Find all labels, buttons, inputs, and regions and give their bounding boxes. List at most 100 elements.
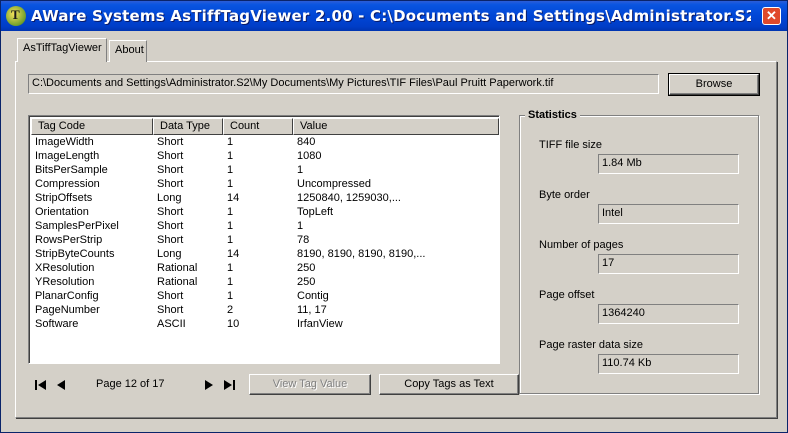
cell-value: 1 — [297, 164, 304, 176]
stat-label-number-of-pages: Number of pages — [539, 239, 624, 251]
copy-tags-button[interactable]: Copy Tags as Text — [379, 374, 519, 395]
cell-count: 10 — [227, 318, 240, 330]
cell-data-type: Short — [157, 150, 184, 162]
column-header-tag-code[interactable]: Tag Code — [31, 118, 153, 135]
app-window: AWare Systems AsTiffTagViewer 2.00 - C:\… — [0, 0, 788, 433]
cell-tag-code: RowsPerStrip — [35, 234, 103, 246]
cell-tag-code: StripByteCounts — [35, 248, 115, 260]
cell-count: 14 — [227, 248, 240, 260]
cell-tag-code: PageNumber — [35, 304, 100, 316]
cell-value: 250 — [297, 276, 316, 288]
cell-value: 78 — [297, 234, 310, 246]
table-row[interactable]: YResolution Rational 1 250 — [31, 276, 499, 290]
cell-data-type: Rational — [157, 276, 198, 288]
column-header-value[interactable]: Value — [293, 118, 499, 135]
cell-data-type: Short — [157, 234, 184, 246]
cell-tag-code: StripOffsets — [35, 192, 93, 204]
stat-value-number-of-pages: 17 — [598, 254, 739, 274]
table-row[interactable]: ImageWidth Short 1 840 — [31, 136, 499, 150]
table-row[interactable]: Compression Short 1 Uncompressed — [31, 178, 499, 192]
view-tag-value-button[interactable]: View Tag Value — [249, 374, 371, 395]
title-bar[interactable]: AWare Systems AsTiffTagViewer 2.00 - C:\… — [1, 1, 787, 31]
cell-count: 2 — [227, 304, 234, 316]
prev-page-icon[interactable] — [53, 377, 69, 393]
cell-value: 250 — [297, 262, 316, 274]
table-row[interactable]: ImageLength Short 1 1080 — [31, 150, 499, 164]
cell-count: 1 — [227, 206, 234, 218]
cell-count: 1 — [227, 136, 234, 148]
table-row[interactable]: StripOffsets Long 14 1250840, 1259030,... — [31, 192, 499, 206]
cell-tag-code: ImageWidth — [35, 136, 94, 148]
cell-data-type: Long — [157, 192, 182, 204]
cell-count: 14 — [227, 192, 240, 204]
tab-about[interactable]: About — [109, 40, 147, 62]
cell-tag-code: ImageLength — [35, 150, 100, 162]
cell-value: 8190, 8190, 8190, 8190,... — [297, 248, 426, 260]
table-row[interactable]: RowsPerStrip Short 1 78 — [31, 234, 499, 248]
app-logo-icon — [6, 6, 26, 26]
table-row[interactable]: BitsPerSample Short 1 1 — [31, 164, 499, 178]
cell-value: 11, 17 — [297, 304, 327, 316]
cell-data-type: Long — [157, 248, 182, 260]
close-button[interactable]: ✕ — [762, 7, 781, 25]
cell-data-type: Short — [157, 206, 184, 218]
cell-count: 1 — [227, 164, 234, 176]
cell-tag-code: Software — [35, 318, 79, 330]
stat-label-byte-order: Byte order — [539, 189, 590, 201]
cell-tag-code: XResolution — [35, 262, 95, 274]
stat-value-page-offset: 1364240 — [598, 304, 739, 324]
stat-label-raster-size: Page raster data size — [539, 339, 643, 351]
cell-count: 1 — [227, 220, 234, 232]
cell-count: 1 — [227, 178, 234, 190]
tab-astifftagviewer[interactable]: AsTiffTagViewer — [17, 38, 107, 62]
cell-data-type: Rational — [157, 262, 198, 274]
cell-tag-code: YResolution — [35, 276, 95, 288]
cell-data-type: Short — [157, 178, 184, 190]
cell-count: 1 — [227, 276, 234, 288]
browse-button[interactable]: Browse — [668, 73, 760, 96]
cell-tag-code: BitsPerSample — [35, 164, 108, 176]
tag-list-header: Tag Code Data Type Count Value — [31, 118, 499, 135]
cell-value: 1080 — [297, 150, 322, 162]
cell-count: 1 — [227, 290, 234, 302]
cell-data-type: Short — [157, 220, 184, 232]
cell-data-type: ASCII — [157, 318, 186, 330]
cell-data-type: Short — [157, 304, 184, 316]
cell-value: 840 — [297, 136, 316, 148]
stat-value-byte-order: Intel — [598, 204, 739, 224]
cell-value: Contig — [297, 290, 329, 302]
table-row[interactable]: Orientation Short 1 TopLeft — [31, 206, 499, 220]
file-path-field[interactable]: C:\Documents and Settings\Administrator.… — [28, 74, 659, 94]
next-page-icon[interactable] — [201, 377, 217, 393]
cell-value: 1250840, 1259030,... — [297, 192, 401, 204]
column-header-data-type[interactable]: Data Type — [153, 118, 223, 135]
table-row[interactable]: SamplesPerPixel Short 1 1 — [31, 220, 499, 234]
cell-value: TopLeft — [297, 206, 334, 218]
table-row[interactable]: XResolution Rational 1 250 — [31, 262, 499, 276]
table-row[interactable]: Software ASCII 10 IrfanView — [31, 318, 499, 332]
stat-label-page-offset: Page offset — [539, 289, 595, 301]
stat-label-file-size: TIFF file size — [539, 139, 602, 151]
cell-tag-code: Orientation — [35, 206, 89, 218]
cell-tag-code: SamplesPerPixel — [35, 220, 119, 232]
cell-value: 1 — [297, 220, 304, 232]
tag-list[interactable]: Tag Code Data Type Count Value ImageWidt… — [28, 115, 500, 364]
cell-tag-code: PlanarConfig — [35, 290, 99, 302]
table-row[interactable]: PageNumber Short 2 11, 17 — [31, 304, 499, 318]
column-header-count[interactable]: Count — [223, 118, 293, 135]
page-indicator: Page 12 of 17 — [96, 378, 165, 390]
cell-count: 1 — [227, 150, 234, 162]
cell-data-type: Short — [157, 290, 184, 302]
cell-tag-code: Compression — [35, 178, 100, 190]
last-page-icon[interactable] — [221, 377, 237, 393]
table-row[interactable]: StripByteCounts Long 14 8190, 8190, 8190, 8… — [31, 248, 499, 262]
statistics-title: Statistics — [525, 109, 580, 121]
stat-value-raster-size: 110.74 Kb — [598, 354, 739, 374]
first-page-icon[interactable] — [33, 377, 49, 393]
cell-value: IrfanView — [297, 318, 343, 330]
cell-data-type: Short — [157, 136, 184, 148]
table-row[interactable]: PlanarConfig Short 1 Contig — [31, 290, 499, 304]
window-title: AWare Systems AsTiffTagViewer 2.00 - C:\… — [31, 7, 751, 25]
cell-value: Uncompressed — [297, 178, 371, 190]
cell-data-type: Short — [157, 164, 184, 176]
